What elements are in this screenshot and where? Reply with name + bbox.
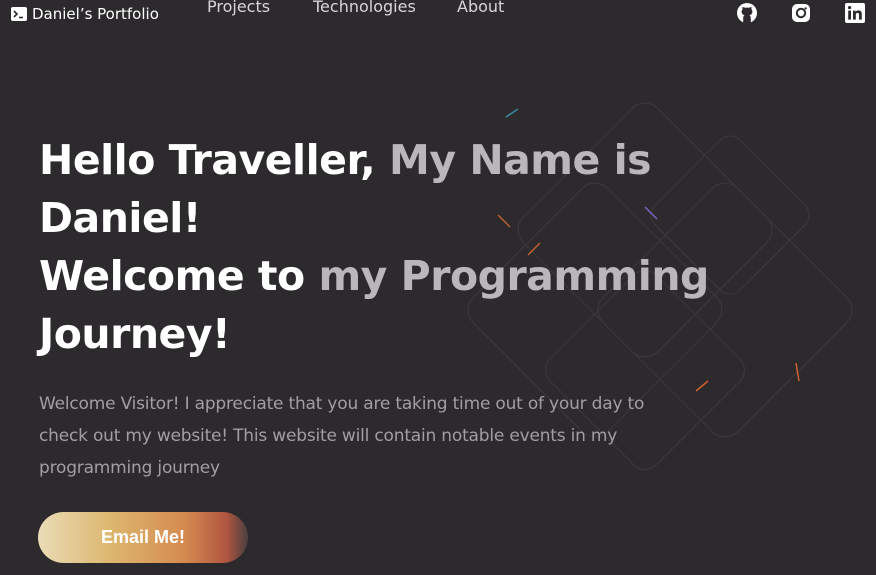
linkedin-icon	[845, 3, 865, 23]
email-me-button[interactable]: Email Me!	[38, 512, 248, 563]
heading-line-3: Welcome to my Programming	[39, 247, 839, 305]
heading-line-4: Journey!	[39, 305, 839, 363]
intro-paragraph: Welcome Visitor! I appreciate that you a…	[39, 394, 645, 478]
nav-link-projects[interactable]: Projects	[207, 0, 270, 16]
hero-heading: Hello Traveller, My Name is Daniel! Welc…	[39, 131, 839, 363]
heading-line-3-white: Welcome to	[39, 252, 319, 300]
brand-name: Daniel’s Portfolio	[32, 5, 159, 23]
nav-link-technologies[interactable]: Technologies	[313, 0, 416, 16]
brand-link[interactable]: Daniel’s Portfolio	[11, 4, 159, 24]
linkedin-link[interactable]	[845, 3, 865, 23]
github-link[interactable]	[737, 3, 757, 23]
github-icon	[737, 3, 757, 23]
heading-line-1-gray: My Name is	[389, 136, 652, 184]
heading-line-3-gray: my Programming	[318, 252, 709, 300]
instagram-link[interactable]	[791, 3, 811, 23]
heading-line-2-white: Daniel!	[39, 194, 202, 242]
heading-line-1-white: Hello Traveller,	[39, 136, 390, 184]
heading-line-2: Daniel!	[39, 189, 839, 247]
heading-line-4-white: Journey!	[39, 310, 231, 358]
nav-link-about[interactable]: About	[457, 0, 504, 16]
top-navbar: Daniel’s Portfolio Projects Technologies…	[0, 0, 876, 30]
terminal-icon	[11, 7, 27, 21]
instagram-icon	[792, 4, 810, 22]
portfolio-page: Daniel’s Portfolio Projects Technologies…	[0, 0, 876, 575]
heading-line-1: Hello Traveller, My Name is	[39, 131, 839, 189]
